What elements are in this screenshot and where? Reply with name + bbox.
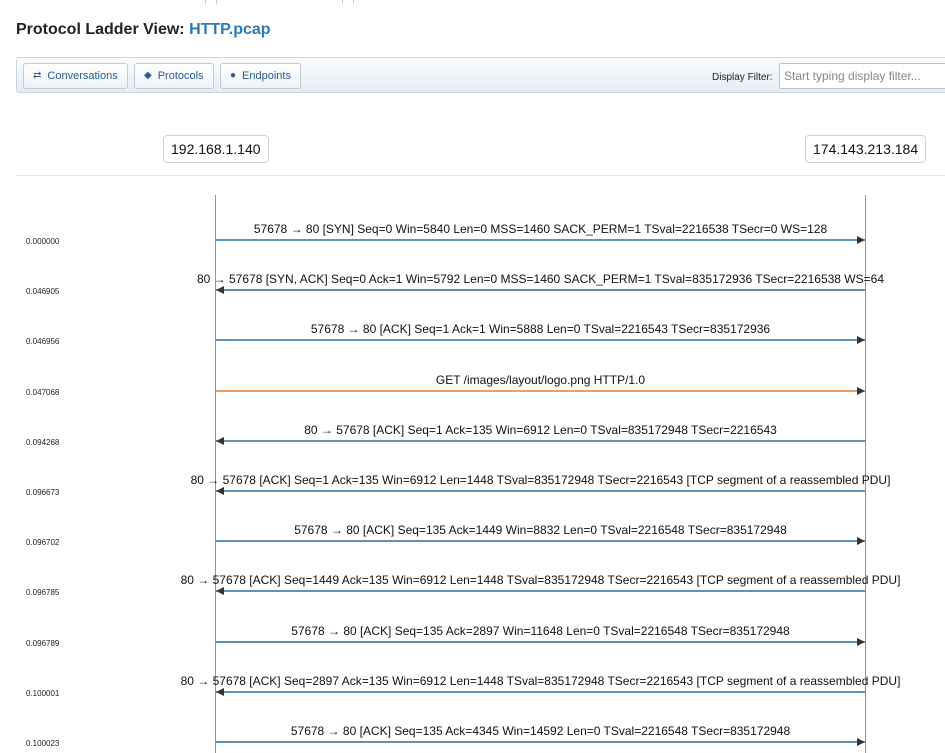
arrowhead-icon [857,236,865,244]
packet-time: 0.100001 [26,689,60,698]
arrowhead-icon [216,437,224,445]
arrowhead-icon [857,537,865,545]
packet-info[interactable]: 80 → 57678 [ACK] Seq=1449 Ack=135 Win=69… [0,573,945,587]
packet-time: 0.094268 [26,438,60,447]
packet-info[interactable]: 57678 → 80 [ACK] Seq=135 Ack=4345 Win=14… [0,724,945,738]
packet-time: 0.047068 [26,388,60,397]
arrowhead-icon [857,638,865,646]
arrowhead-icon [857,387,865,395]
packet-time: 0.096673 [26,488,60,497]
packet-info[interactable]: 57678 → 80 [ACK] Seq=135 Ack=2897 Win=11… [0,624,945,638]
arrowhead-icon [857,738,865,746]
packet-info[interactable]: 80 → 57678 [ACK] Seq=1 Ack=135 Win=6912 … [0,423,945,437]
packet-info[interactable]: 80 → 57678 [SYN, ACK] Seq=0 Ack=1 Win=57… [0,272,945,286]
packet-time: 0.096785 [26,588,60,597]
packet-time: 0.096789 [26,639,60,648]
packet-time: 0.046905 [26,287,60,296]
arrowhead-icon [216,688,224,696]
packet-info[interactable]: GET /images/layout/logo.png HTTP/1.0 [0,373,945,387]
arrowhead-icon [857,336,865,344]
packet-time: 0.000000 [26,237,60,246]
packet-time: 0.046956 [26,337,60,346]
packet-time: 0.096702 [26,538,60,547]
packet-info[interactable]: 80 → 57678 [ACK] Seq=2897 Ack=135 Win=69… [0,674,945,688]
arrowhead-icon [216,487,224,495]
arrowhead-icon [216,286,224,294]
arrowhead-icon [216,587,224,595]
packet-time: 0.100023 [26,739,60,748]
packet-info[interactable]: 57678 → 80 [ACK] Seq=135 Ack=1449 Win=88… [0,523,945,537]
packet-info[interactable]: 80 → 57678 [ACK] Seq=1 Ack=135 Win=6912 … [0,473,945,487]
packet-info[interactable]: 57678 → 80 [SYN] Seq=0 Win=5840 Len=0 MS… [0,222,945,236]
packet-info[interactable]: 57678 → 80 [ACK] Seq=1 Ack=1 Win=5888 Le… [0,322,945,336]
